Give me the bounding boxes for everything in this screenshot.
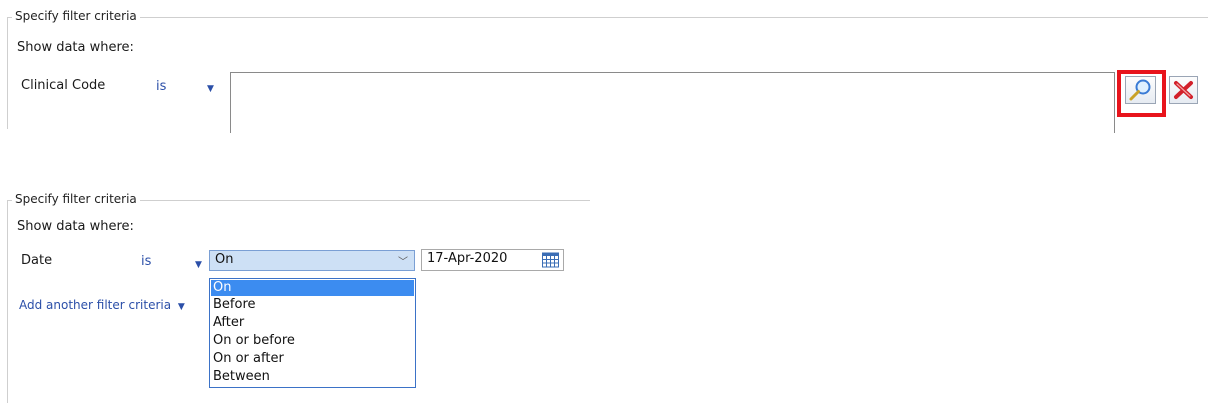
operator-is[interactable]: is: [156, 79, 166, 94]
clear-button[interactable]: [1169, 76, 1198, 104]
chevron-down-icon[interactable]: ﹀: [398, 253, 408, 268]
operator-is[interactable]: is: [141, 254, 151, 269]
operator-caret-icon[interactable]: ▼: [207, 84, 214, 94]
option-after[interactable]: After: [211, 315, 414, 331]
date-input[interactable]: 17-Apr-2020: [421, 249, 564, 271]
red-x-icon: [1174, 81, 1193, 99]
field-label-date: Date: [21, 253, 53, 268]
groupbox-legend: Specify filter criteria: [12, 9, 140, 23]
option-between[interactable]: Between: [211, 369, 414, 385]
add-filter-criteria-link[interactable]: Add another filter criteria ▼: [19, 298, 185, 312]
groupbox-left-border: [7, 17, 8, 129]
operator-caret-icon[interactable]: ▼: [195, 260, 202, 270]
field-label-clinical-code: Clinical Code: [21, 78, 106, 93]
caret-down-icon: ▼: [177, 302, 185, 312]
calendar-icon[interactable]: [542, 252, 559, 268]
date-condition-dropdown[interactable]: On ﹀: [209, 250, 415, 271]
option-on-or-after[interactable]: On or after: [211, 351, 414, 367]
show-data-where-label: Show data where:: [17, 219, 134, 234]
add-filter-criteria-label: Add another filter criteria: [19, 298, 172, 312]
code-input-divider: [1114, 72, 1115, 132]
option-before[interactable]: Before: [211, 297, 414, 313]
show-data-where-label: Show data where:: [17, 40, 134, 55]
option-on-or-before[interactable]: On or before: [211, 333, 414, 349]
date-value: 17-Apr-2020: [427, 251, 508, 266]
dropdown-selected-value: On: [215, 252, 234, 267]
lookup-button[interactable]: [1125, 76, 1156, 104]
clinical-code-input[interactable]: [230, 72, 1115, 133]
groupbox-legend: Specify filter criteria: [12, 192, 140, 206]
groupbox-left-border: [7, 200, 8, 403]
option-on[interactable]: On: [211, 280, 414, 296]
groupbox-top-border: [7, 17, 1208, 18]
date-condition-listbox[interactable]: On Before After On or before On or after…: [209, 278, 416, 388]
magnifier-icon: [1129, 79, 1151, 101]
